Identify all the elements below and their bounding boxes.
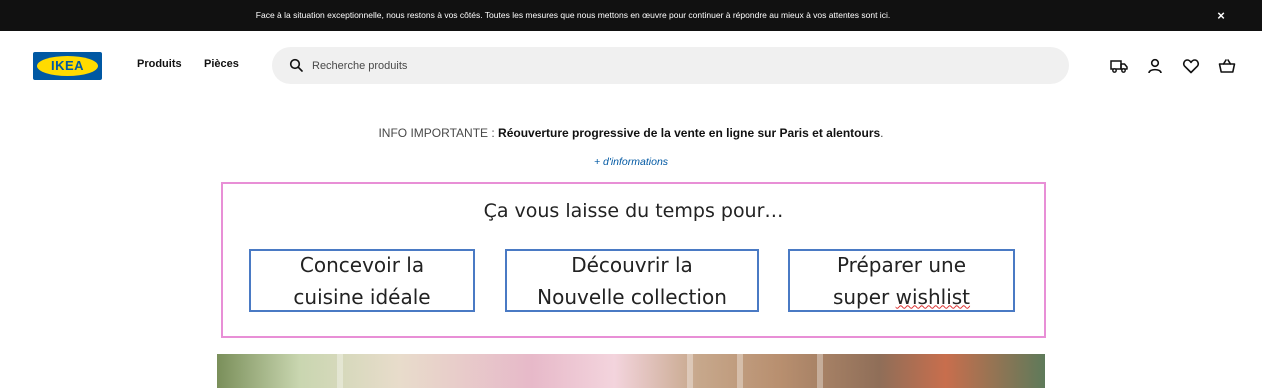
site-header: IKEA Produits Pièces <box>0 31 1262 101</box>
delivery-truck-icon[interactable] <box>1110 57 1128 75</box>
promo-box-line2a: super <box>832 284 896 309</box>
hero-image[interactable] <box>217 354 1045 388</box>
hero-decor <box>337 354 343 388</box>
nav-link-products[interactable]: Produits <box>137 58 182 70</box>
promo-title: Ça vous laisse du temps pour… <box>483 200 784 222</box>
search-bar[interactable] <box>272 47 1069 84</box>
search-icon[interactable] <box>289 58 303 72</box>
more-info-link[interactable]: + d'informations <box>0 156 1262 168</box>
heart-icon[interactable] <box>1182 57 1200 75</box>
promo-box-line1: Préparer une <box>836 252 967 277</box>
hero-decor <box>817 354 823 388</box>
info-prefix: INFO IMPORTANTE : <box>378 126 499 140</box>
hero-decor <box>687 354 693 388</box>
nav-link-rooms[interactable]: Pièces <box>204 58 239 70</box>
logo-text: IKEA <box>50 58 85 73</box>
promo-box-line2: cuisine idéale <box>293 284 431 309</box>
promo-box-wishlist[interactable]: Préparer une super wishlist <box>788 249 1015 312</box>
announcement-text[interactable]: Face à la situation exceptionnelle, nous… <box>0 0 1146 31</box>
logo-oval: IKEA <box>37 56 98 76</box>
ikea-logo[interactable]: IKEA <box>33 52 102 80</box>
promo-panel: Ça vous laisse du temps pour… Concevoir … <box>221 182 1046 338</box>
promo-box-line2: Nouvelle collection <box>537 284 727 309</box>
promo-box-line2b: wishlist <box>895 284 971 309</box>
promo-box-text: Découvrir la Nouvelle collection <box>537 249 727 313</box>
info-message: Réouverture progressive de la vente en l… <box>498 126 881 140</box>
important-info: INFO IMPORTANTE : Réouverture progressiv… <box>0 126 1262 140</box>
shopping-bag-icon[interactable] <box>1218 57 1236 75</box>
promo-box-line1: Découvrir la <box>571 252 693 277</box>
promo-box-collection[interactable]: Découvrir la Nouvelle collection <box>505 249 759 312</box>
info-suffix: . <box>880 126 884 140</box>
hero-decor <box>737 354 743 388</box>
promo-box-text: Préparer une super wishlist <box>833 249 970 313</box>
promo-box-kitchen[interactable]: Concevoir la cuisine idéale <box>249 249 475 312</box>
user-icon[interactable] <box>1146 57 1164 75</box>
promo-box-text: Concevoir la cuisine idéale <box>293 249 430 313</box>
announcement-bar: Face à la situation exceptionnelle, nous… <box>0 0 1262 31</box>
close-icon[interactable]: × <box>1212 7 1230 25</box>
promo-box-line1: Concevoir la <box>299 252 425 277</box>
search-input[interactable] <box>312 47 1052 84</box>
